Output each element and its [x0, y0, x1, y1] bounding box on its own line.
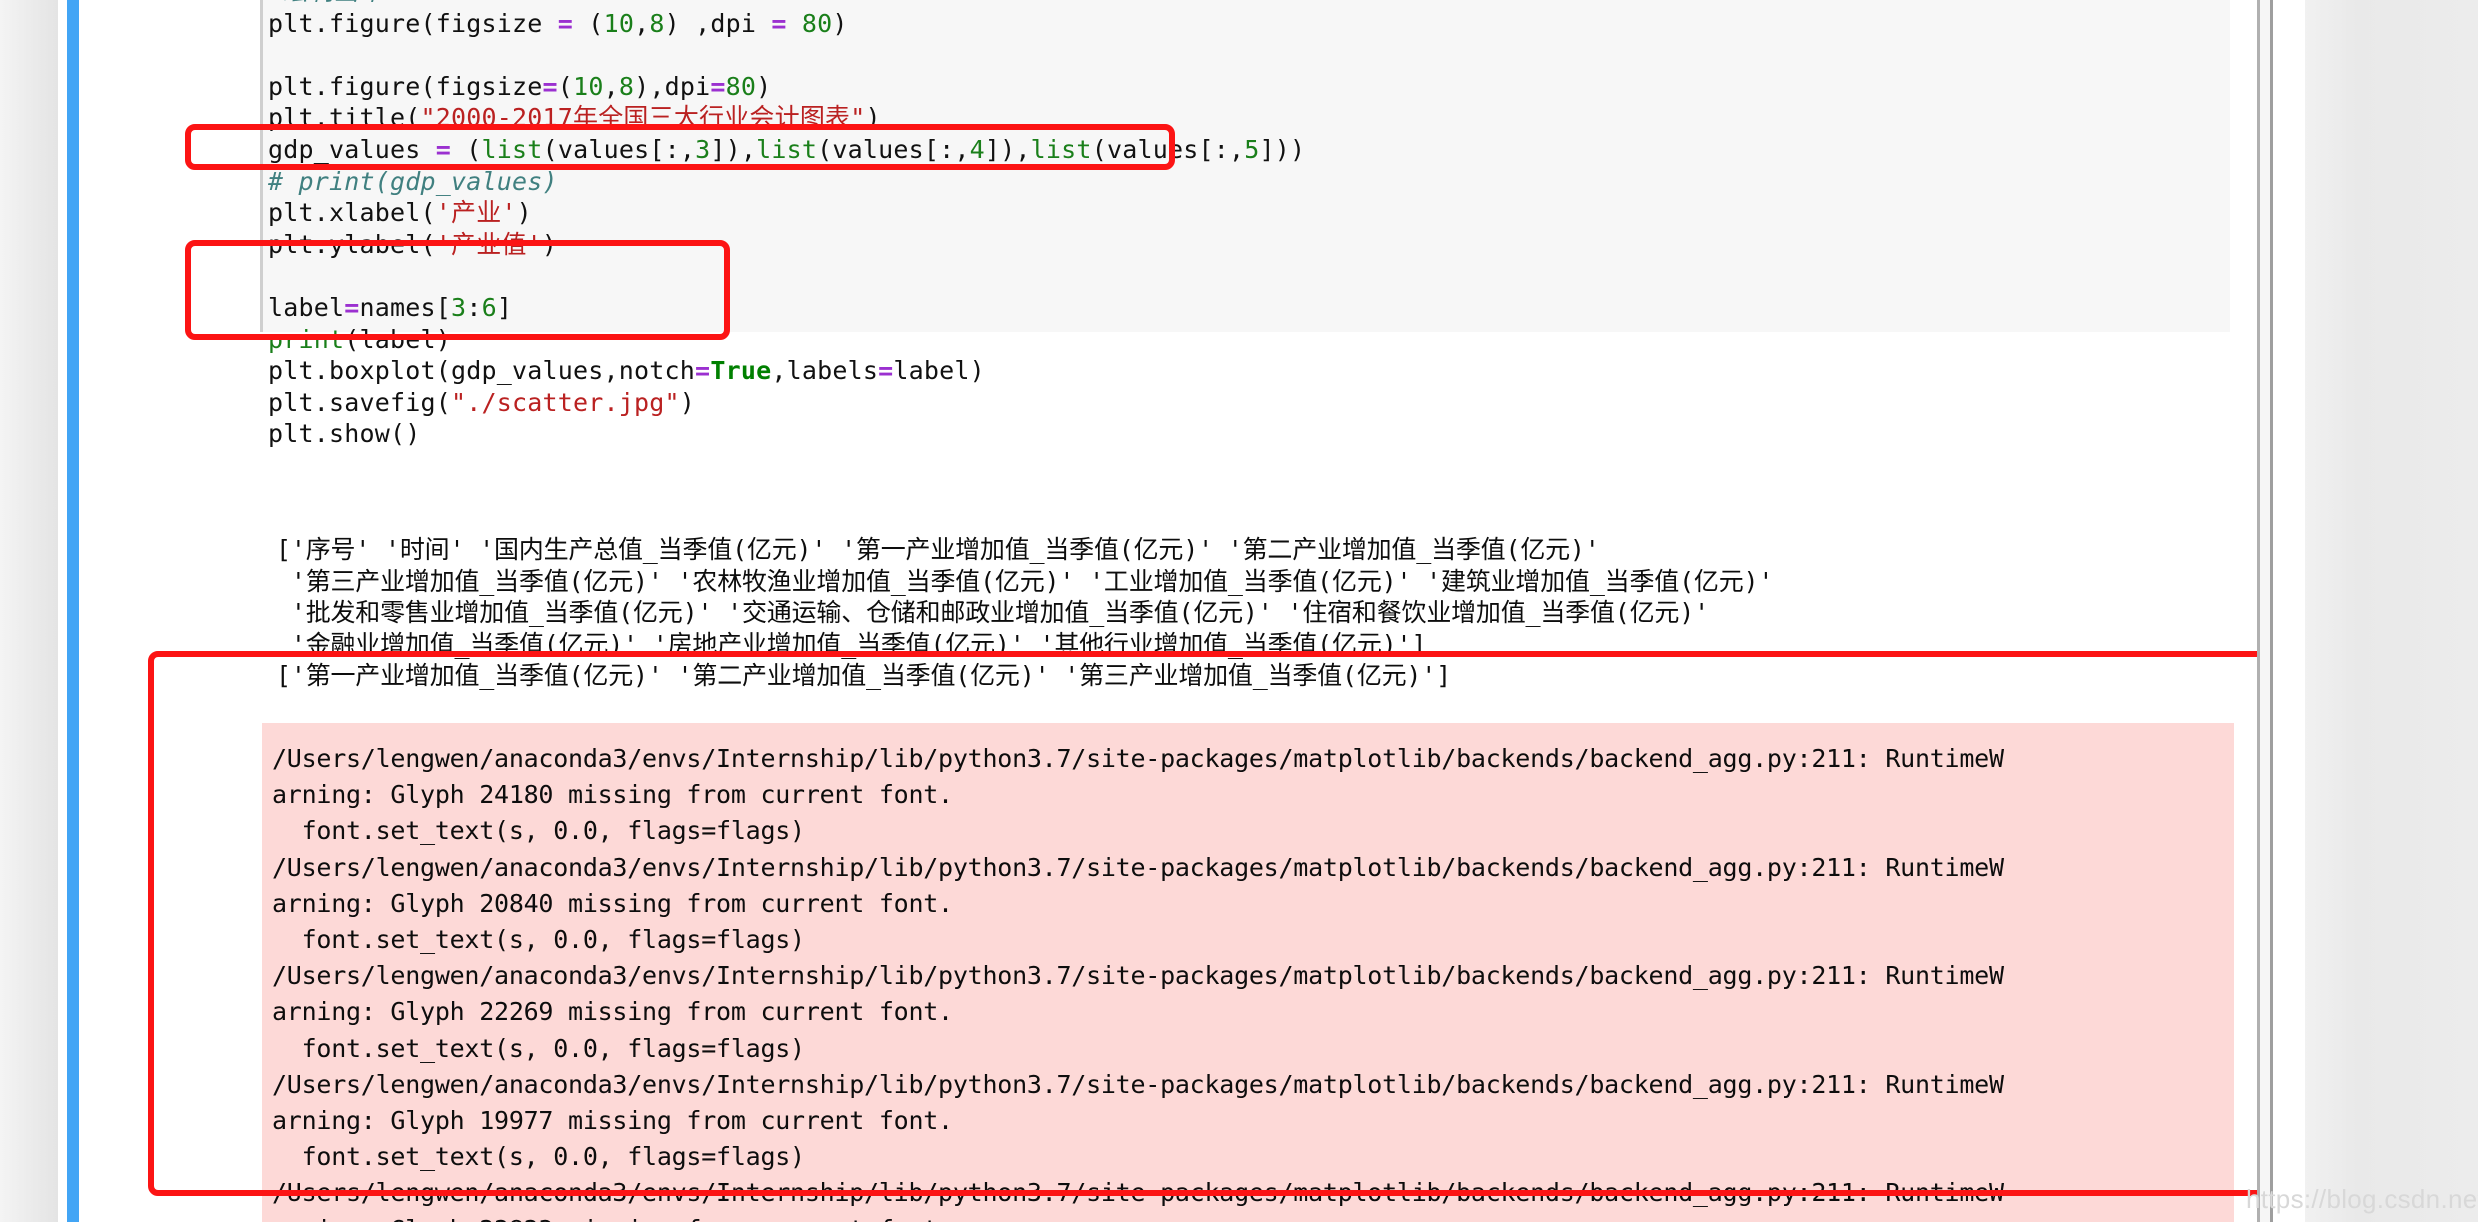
code-comment-print-gdp: # print(gdp_values) — [268, 166, 558, 196]
stderr-line: /Users/lengwen/anaconda3/envs/Internship… — [272, 1178, 2004, 1208]
code-line-ylabel: plt.ylabel('产业值') — [268, 229, 558, 259]
stderr-line: arning: Glyph 19977 missing from current… — [272, 1106, 953, 1136]
code-line-title: plt.title("2000-2017年全国三大行业会计图表") — [268, 103, 881, 133]
code-line-gdp-values: gdp_values = (list(values[:,3]),list(val… — [268, 134, 1306, 164]
code-line-label: label=names[3:6] — [268, 292, 513, 322]
code-line-figure-1: plt.figure(figsize = (10,8) ,dpi = 80) — [268, 8, 848, 38]
selected-cell-indicator[interactable] — [67, 0, 79, 1222]
code-source[interactable]: #绘制画布 plt.figure(figsize = (10,8) ,dpi =… — [268, 0, 2228, 450]
stderr-output-text: /Users/lengwen/anaconda3/envs/Internship… — [262, 741, 2234, 1222]
stdout-line: '第三产业增加值_当季值(亿元)' '农林牧渔业增加值_当季值(亿元)' '工业… — [276, 566, 1774, 596]
stdout-line: '金融业增加值_当季值(亿元)' '房地产业增加值_当季值(亿元)' '其他行业… — [276, 629, 1427, 659]
stderr-line: arning: Glyph 24180 missing from current… — [272, 780, 953, 810]
code-line-print: print(label) — [268, 324, 452, 354]
code-line-boxplot: plt.boxplot(gdp_values,notch=True,labels… — [268, 356, 985, 386]
stderr-output-panel: /Users/lengwen/anaconda3/envs/Internship… — [262, 723, 2234, 1222]
stdout-line: ['第一产业增加值_当季值(亿元)' '第二产业增加值_当季值(亿元)' '第三… — [276, 661, 1451, 690]
code-comment-draw-canvas: #绘制画布 — [268, 0, 384, 6]
stderr-line: /Users/lengwen/anaconda3/envs/Internship… — [272, 744, 2004, 773]
stdout-output: ['序号' '时间' '国内生产总值_当季值(亿元)' '第一产业增加值_当季值… — [276, 534, 2236, 692]
page-left-margin — [0, 0, 58, 1222]
stderr-line: font.set_text(s, 0.0, flags=flags) — [272, 1033, 806, 1063]
watermark-text: https://blog.csdn.net/Lengwenin — [2246, 1184, 2478, 1214]
code-line-show: plt.show() — [268, 419, 421, 449]
notebook-left-padding — [58, 0, 67, 1222]
stderr-line: arning: Glyph 20840 missing from current… — [272, 888, 953, 918]
stderr-line: /Users/lengwen/anaconda3/envs/Internship… — [272, 852, 2004, 882]
page-right-margin — [2305, 0, 2478, 1222]
notebook-right-padding — [2273, 0, 2305, 1222]
stderr-line: font.set_text(s, 0.0, flags=flags) — [272, 925, 806, 955]
code-line-savefig: plt.savefig("./scatter.jpg") — [268, 387, 696, 417]
stdout-line: ['序号' '时间' '国内生产总值_当季值(亿元)' '第一产业增加值_当季值… — [276, 535, 1600, 564]
stderr-line: arning: Glyph 22269 missing from current… — [272, 997, 953, 1027]
stdout-line: '批发和零售业增加值_当季值(亿元)' '交通运输、仓储和邮政业增加值_当季值(… — [276, 598, 1709, 627]
notebook-page: #绘制画布 plt.figure(figsize = (10,8) ,dpi =… — [0, 0, 2478, 1222]
stderr-line: font.set_text(s, 0.0, flags=flags) — [272, 816, 806, 846]
stderr-line: /Users/lengwen/anaconda3/envs/Internship… — [272, 961, 2004, 991]
code-line-xlabel: plt.xlabel('产业') — [268, 198, 532, 228]
stderr-line: font.set_text(s, 0.0, flags=flags) — [272, 1142, 806, 1172]
stderr-line: arning: Glyph 22823 missing from current… — [272, 1215, 953, 1222]
stderr-line: /Users/lengwen/anaconda3/envs/Internship… — [272, 1069, 2004, 1099]
page-right-gap — [2260, 0, 2270, 1222]
code-line-figure-2: plt.figure(figsize=(10,8),dpi=80) — [268, 71, 772, 101]
